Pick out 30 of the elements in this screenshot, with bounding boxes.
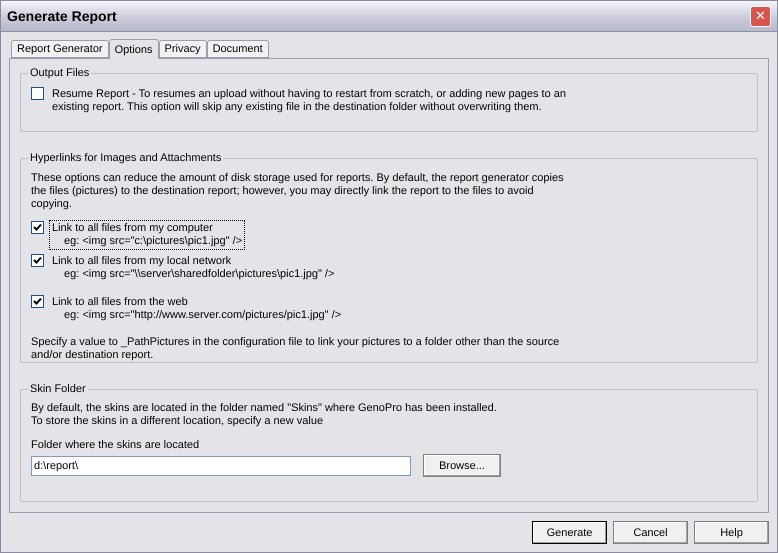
example-text: eg: <img src="http://www.server.com/pictures/pic1.jpg" /> [63, 309, 342, 322]
intro-text: By default, the skins are located in the folder named "Skins" where GenoPro has been installed. [31, 402, 498, 415]
tab[interactable]: Document [206, 40, 269, 58]
dialog-button[interactable]: Generate [532, 521, 607, 544]
intro-text: These options can reduce the amount of disk storage used for reports. By default, the report generator copies the files (pictures) to the destination report; however, you may directly link the report to the files to avoid copying. [31, 172, 565, 211]
note-text: Specify a value to _PathPictures in the configuration file to link your pictures to a folder other than the source and/or destination report. [31, 336, 560, 362]
dialog-button[interactable]: Cancel [613, 521, 688, 544]
checkbox[interactable] [31, 254, 44, 267]
option-label: Link to all files from my local network [52, 255, 232, 268]
group-title: Output Files [29, 67, 90, 79]
folder-field[interactable]: d:\report\ [31, 456, 411, 476]
tab[interactable]: Privacy [158, 40, 207, 58]
close-button[interactable]: ✕ [750, 6, 771, 26]
example-text: eg: <img src="c:\pictures\pic1.jpg" /> [63, 235, 242, 248]
window-title: Generate Report [7, 8, 117, 24]
field-label: Folder where the skins are located [31, 439, 200, 452]
option-label: Resume Report - To resumes an upload without having to restart from scratch, or adding new pages to an existing report. This option will skip any existing file in the destination folder without overwriting them. [52, 88, 568, 114]
group-title: Skin Folder [29, 383, 87, 395]
checkbox[interactable] [31, 295, 44, 308]
option-label: Link to all files from the web [52, 296, 189, 309]
browse-button[interactable]: Browse... [423, 454, 501, 477]
tab[interactable]: Report Generator [11, 40, 109, 58]
checkbox[interactable] [31, 87, 44, 100]
dialog-button[interactable]: Help [694, 521, 769, 544]
tab[interactable]: Options [108, 39, 159, 59]
example-text: eg: <img src="\\server\sharedfolder\pictures\pic1.jpg" /> [63, 268, 334, 281]
checkbox[interactable] [31, 221, 44, 234]
group-title: Hyperlinks for Images and Attachments [29, 152, 222, 164]
option-label: Link to all files from my computer [52, 222, 214, 235]
intro-text: To store the skins in a different location, specify a new value [31, 415, 324, 428]
